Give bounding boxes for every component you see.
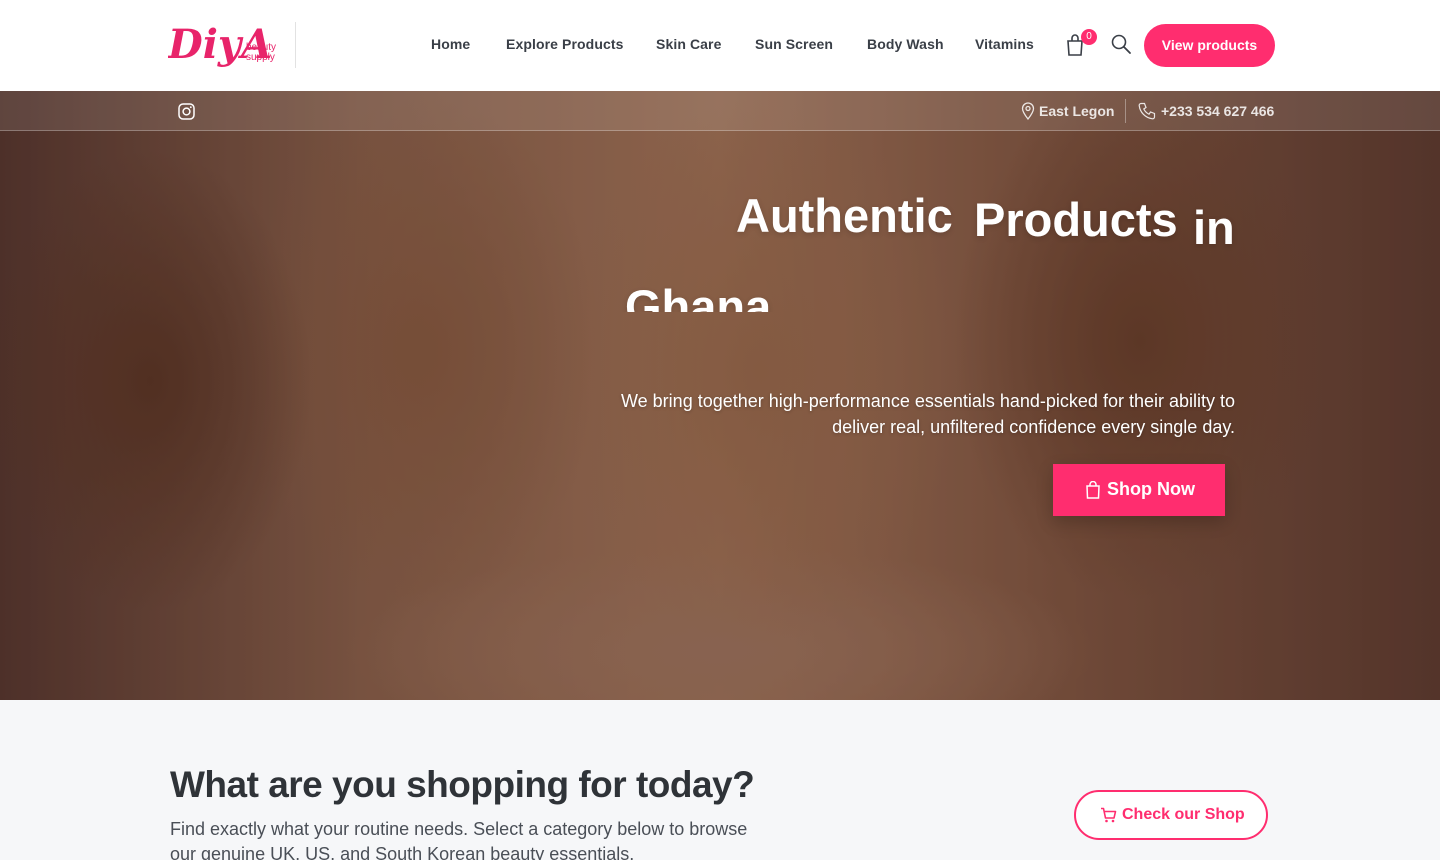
hero-banner: East Legon +233 534 627 466 Authentic Pr… [0, 91, 1440, 700]
hero-topbar: East Legon +233 534 627 466 [0, 91, 1440, 131]
hero-title-word: Products [974, 193, 1178, 246]
instagram-icon[interactable] [178, 103, 195, 120]
location-text: East Legon [1039, 103, 1115, 119]
shop-now-label: Shop Now [1107, 479, 1195, 499]
nav-sun-screen[interactable]: Sun Screen [755, 36, 833, 56]
hero-subtitle: We bring together high-performance essen… [560, 388, 1235, 440]
hero-title-word: Ghana [625, 280, 772, 312]
section-title: What are you shopping for today? [170, 764, 755, 805]
section-description-line: our genuine UK, US, and South Korean bea… [170, 844, 635, 860]
hero-title-word: in [1193, 201, 1235, 254]
nav-vitamins[interactable]: Vitamins [975, 36, 1034, 56]
cart-count-badge: 0 [1081, 29, 1097, 45]
section-description: Find exactly what your routine needs. Se… [170, 817, 770, 860]
nav-home[interactable]: Home [431, 36, 470, 56]
site-header: DiyA beauty supply Home Explore Products… [0, 0, 1440, 91]
shop-now-button[interactable]: Shop Now [1053, 464, 1225, 516]
section-description-line: Find exactly what your routine needs. Se… [170, 819, 748, 839]
logo-sub-supply: supply [246, 52, 275, 63]
phone-number[interactable]: +233 534 627 466 [1161, 103, 1274, 119]
logo-divider [295, 22, 296, 68]
location-pin-icon [1021, 102, 1035, 120]
view-products-button[interactable]: View products [1144, 24, 1275, 67]
hero-subtitle-line: deliver real, unfiltered confidence ever… [832, 417, 1235, 437]
nav-explore-products[interactable]: Explore Products [506, 36, 624, 56]
search-icon[interactable] [1110, 33, 1132, 55]
shopping-bag-icon [1086, 481, 1100, 499]
nav-body-wash[interactable]: Body Wash [867, 36, 944, 56]
phone-icon [1138, 102, 1156, 120]
hero-title: Authentic Products in Ghana [600, 186, 1240, 312]
nav-skin-care[interactable]: Skin Care [656, 36, 722, 56]
cart-icon [1101, 807, 1117, 823]
diya-logo[interactable]: DiyA beauty supply [168, 14, 283, 78]
topbar-divider [1125, 99, 1126, 123]
hero-subtitle-line: We bring together high-performance essen… [621, 391, 1235, 411]
check-our-shop-button[interactable]: Check our Shop [1074, 790, 1268, 840]
hero-title-word: Authentic [736, 189, 953, 242]
check-our-shop-label: Check our Shop [1122, 806, 1245, 823]
